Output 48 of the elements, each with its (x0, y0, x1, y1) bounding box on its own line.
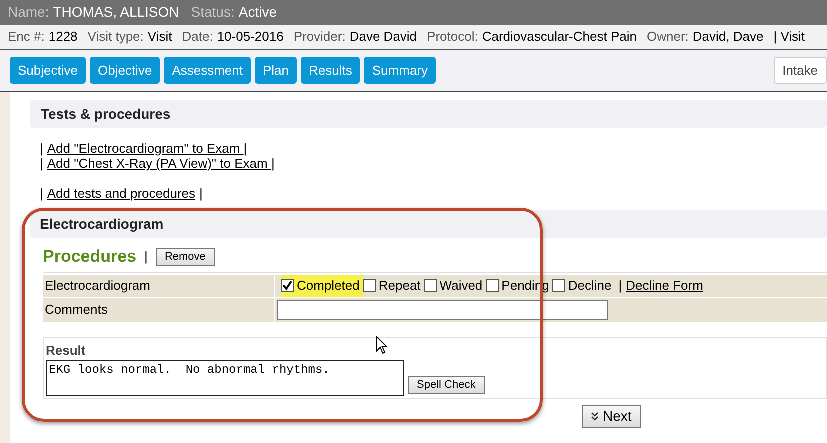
add-link[interactable]: Add "Electrocardiogram" to Exam (47, 141, 244, 156)
double-chevron-icon (591, 412, 599, 420)
status-checkbox[interactable]: Decline (552, 274, 615, 296)
intake-button[interactable]: Intake (774, 57, 827, 84)
field-value: THOMAS, ALLISON (53, 3, 180, 22)
field-label: Protocol: (427, 28, 478, 46)
separator: | (200, 186, 203, 201)
result-field[interactable]: EKG looks normal. No abnormal rhythms. (46, 360, 404, 396)
field-label: Date: (182, 28, 214, 46)
field-label: Status: (191, 3, 235, 22)
remove-button[interactable]: Remove (156, 248, 215, 266)
field-label: Name: (8, 3, 50, 22)
separator: | (144, 248, 148, 266)
separator: | (618, 276, 622, 295)
field-value: 1228 (48, 28, 78, 46)
separator: | (40, 141, 44, 156)
separator: | (40, 186, 44, 201)
decline-form-link[interactable]: Decline Form (626, 276, 704, 296)
row-label: Comments (43, 298, 275, 322)
separator: | (244, 141, 248, 156)
spell-check-button[interactable]: Spell Check (408, 376, 485, 394)
checkmark-icon (282, 280, 293, 291)
field-label: Visit type: (88, 28, 144, 46)
field-label: Enc #: (8, 28, 45, 46)
add-link[interactable]: Add tests and procedures (47, 186, 196, 201)
add-link[interactable]: Add "Chest X-Ray (PA View)" to Exam (47, 156, 272, 171)
result-label: Result (46, 342, 86, 360)
field-value: Cardiovascular-Chest Pain (482, 28, 637, 46)
status-checkbox[interactable]: Waived (424, 274, 486, 296)
field-value: Dave David (350, 28, 418, 46)
status-checkbox[interactable]: Repeat (362, 274, 424, 296)
mouse-cursor-icon (376, 336, 388, 355)
row-label: Electrocardiogram (43, 274, 275, 296)
field-value: 10-05-2016 (217, 28, 284, 46)
visit-label: | Visit (774, 28, 806, 46)
field-value: Active (238, 3, 277, 22)
section-header: Electrocardiogram (30, 210, 827, 238)
procedures-heading: Procedures (43, 246, 137, 268)
field-label: Provider: (294, 28, 346, 46)
separator: | (271, 156, 275, 171)
section-header: Tests & procedures (30, 100, 827, 128)
comments-field[interactable] (277, 300, 608, 320)
status-checkbox[interactable]: Completed (281, 274, 363, 296)
separator: | (40, 156, 44, 171)
next-button[interactable]: Next (582, 404, 641, 428)
field-label: Owner: (646, 28, 689, 46)
field-value: David, Dave (692, 28, 764, 46)
field-value: Visit (148, 28, 172, 46)
